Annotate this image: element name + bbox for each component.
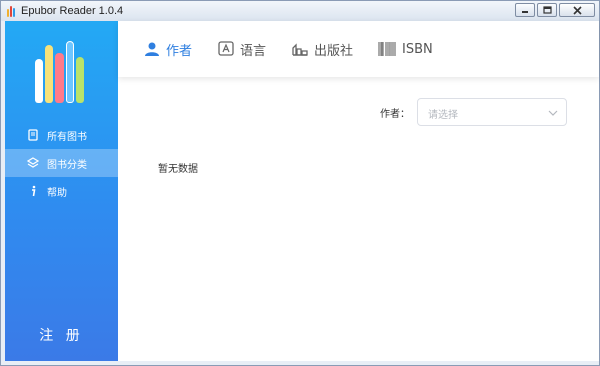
restore-button[interactable] bbox=[537, 3, 557, 17]
tab-label: ISBN bbox=[402, 41, 433, 57]
close-icon bbox=[560, 4, 594, 16]
app-icon bbox=[7, 5, 17, 17]
category-tabs: 作者 语言 出版社 ISBN bbox=[118, 21, 599, 77]
sidebar-item-label: 所有图书 bbox=[47, 131, 87, 143]
sidebar-item-all-books[interactable]: 所有图书 bbox=[5, 121, 118, 149]
tab-publisher[interactable]: 出版社 bbox=[292, 39, 353, 59]
language-icon bbox=[218, 41, 234, 57]
window-controls bbox=[513, 3, 595, 17]
main-content: 作者 语言 出版社 ISBN 作者： 请选择 暂无数据 bbox=[118, 21, 599, 361]
close-button[interactable] bbox=[559, 3, 595, 17]
chevron-down-icon bbox=[548, 107, 558, 120]
book-icon bbox=[27, 129, 39, 141]
tab-label: 语言 bbox=[240, 43, 267, 59]
select-placeholder: 请选择 bbox=[428, 110, 458, 121]
app-window: Epubor Reader 1.0.4 所有图书 图书分类 帮助 注 册 作者 … bbox=[0, 0, 600, 366]
layers-icon bbox=[27, 157, 39, 169]
barcode-icon bbox=[378, 41, 396, 57]
author-filter-label: 作者： bbox=[380, 109, 410, 120]
minimize-button[interactable] bbox=[515, 3, 535, 17]
person-icon bbox=[144, 41, 160, 57]
register-button[interactable]: 注 册 bbox=[5, 325, 118, 345]
sidebar-item-label: 图书分类 bbox=[47, 159, 87, 171]
tab-language[interactable]: 语言 bbox=[218, 39, 266, 59]
empty-state-text: 暂无数据 bbox=[158, 164, 198, 175]
sidebar-item-help[interactable]: 帮助 bbox=[5, 177, 118, 205]
sidebar-item-label: 帮助 bbox=[47, 187, 67, 199]
sidebar: 所有图书 图书分类 帮助 注 册 bbox=[5, 21, 118, 361]
tab-isbn[interactable]: ISBN bbox=[378, 39, 433, 59]
publisher-icon bbox=[292, 42, 308, 56]
window-title: Epubor Reader 1.0.4 bbox=[21, 5, 124, 17]
minimize-icon bbox=[516, 4, 534, 16]
info-icon bbox=[27, 185, 39, 197]
tab-label: 作者 bbox=[166, 43, 193, 59]
restore-icon bbox=[538, 4, 556, 16]
tab-label: 出版社 bbox=[314, 43, 354, 59]
sidebar-item-book-categories[interactable]: 图书分类 bbox=[5, 149, 118, 177]
author-select[interactable]: 请选择 bbox=[417, 98, 567, 126]
sidebar-nav: 所有图书 图书分类 帮助 bbox=[5, 121, 118, 205]
books-logo bbox=[35, 41, 91, 103]
title-bar[interactable]: Epubor Reader 1.0.4 bbox=[1, 1, 599, 21]
tab-author[interactable]: 作者 bbox=[144, 39, 192, 59]
